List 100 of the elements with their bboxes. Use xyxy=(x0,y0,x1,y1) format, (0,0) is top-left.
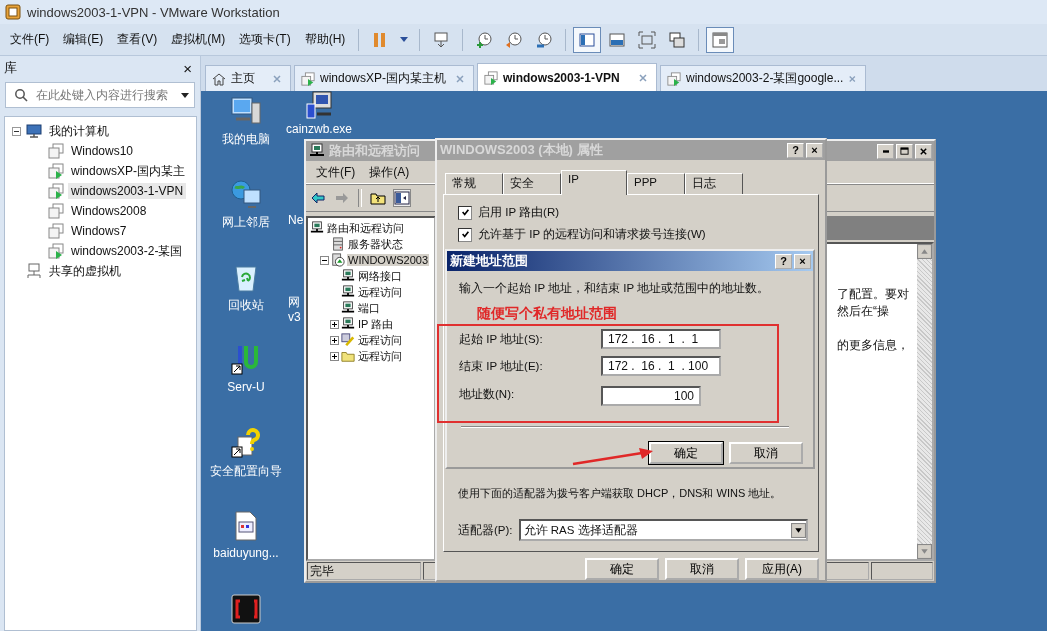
menu-item[interactable]: 文件(F) xyxy=(4,29,56,50)
library-tree-item[interactable]: windowsXP-国内某主 xyxy=(68,161,189,181)
close-icon[interactable] xyxy=(638,72,648,83)
expand-toggle-icon[interactable] xyxy=(320,255,329,265)
tab-label: 主页 xyxy=(231,70,255,87)
monitor-arrow-icon xyxy=(432,30,451,49)
menu-item[interactable]: 查看(V) xyxy=(111,29,164,50)
dialog-button[interactable]: 确定 xyxy=(649,442,723,464)
dialog-button[interactable]: 取消 xyxy=(665,558,739,580)
running-vm-icon xyxy=(301,71,315,86)
adapter-label: 适配器(P): xyxy=(458,522,513,538)
thumbnails-button[interactable] xyxy=(706,26,735,53)
tree-item[interactable]: 服务器状态 xyxy=(347,236,404,252)
menu-item[interactable]: 文件(F) xyxy=(316,163,356,181)
input-field[interactable]: 172 . 16 . 1 . 100 xyxy=(601,356,721,376)
app-logo-icon xyxy=(5,4,21,20)
computer-icon[interactable] xyxy=(230,95,262,127)
running-vm-icon xyxy=(484,70,498,85)
back-arrow-icon[interactable] xyxy=(310,190,326,206)
input-field[interactable]: 100 xyxy=(601,386,701,406)
menu-item[interactable]: 编辑(E) xyxy=(57,29,110,50)
library-tree-item[interactable]: windows2003-1-VPN xyxy=(68,183,187,199)
desktop-icon-label[interactable]: 网上邻居 xyxy=(222,214,270,231)
folder-up-icon[interactable] xyxy=(370,190,386,206)
input-field[interactable]: 172 . 16 . 1 . 1 xyxy=(601,329,721,349)
view-sidebar-button[interactable] xyxy=(573,26,602,53)
desktop-icon-label[interactable]: 我的电脑 xyxy=(222,131,270,148)
expand-toggle-icon[interactable] xyxy=(330,319,339,329)
dialog-button[interactable]: 应用(A) xyxy=(745,558,819,580)
tree-item[interactable]: 远程访问 xyxy=(357,332,403,348)
shortcut-program-icon[interactable] xyxy=(230,593,262,625)
library-tree-item[interactable]: Windows2008 xyxy=(68,203,150,219)
library-tree-item[interactable]: Windows10 xyxy=(68,143,137,159)
tree-item[interactable]: 路由和远程访问 xyxy=(326,220,405,236)
tree-item[interactable]: 远程访问 xyxy=(357,348,403,364)
sidebar-layout-icon xyxy=(578,30,597,49)
adapter-dropdown[interactable]: 允许 RAS 选择适配器 xyxy=(518,519,808,541)
dialog-tab[interactable]: 常规 xyxy=(445,173,503,195)
server-icon xyxy=(331,253,345,267)
status-text: 完毕 xyxy=(307,562,421,580)
window-layout-icon xyxy=(711,30,730,49)
expand-toggle-icon[interactable] xyxy=(330,335,339,345)
tree-item[interactable]: IP 路由 xyxy=(357,316,395,332)
vm-tab[interactable]: windows2003-1-VPN xyxy=(477,63,657,91)
menu-item[interactable]: 选项卡(T) xyxy=(233,29,297,50)
tree-item[interactable]: 远程访问 xyxy=(357,284,403,300)
dialog-tab[interactable]: PPP xyxy=(627,173,685,195)
checkbox[interactable] xyxy=(458,227,472,242)
globe-computer-icon[interactable] xyxy=(230,178,262,210)
computer-icon xyxy=(341,269,355,283)
vm-tab[interactable]: windows2003-2-某国google... xyxy=(660,65,866,91)
network-computer-icon xyxy=(26,263,42,279)
help-shortcut-icon[interactable] xyxy=(230,427,262,459)
detail-text: 了配置。要对 xyxy=(837,286,909,303)
expand-toggle-icon[interactable] xyxy=(330,351,339,361)
dialog-button[interactable]: 取消 xyxy=(729,442,803,464)
close-button[interactable]: × xyxy=(794,253,811,269)
desktop-icon-label[interactable]: 回收站 xyxy=(228,297,264,314)
collapse-toggle-icon[interactable] xyxy=(11,126,22,136)
search-field[interactable]: 在此处键入内容进行搜索 xyxy=(5,82,195,108)
library-tree-item[interactable]: windows2003-2-某国 xyxy=(68,241,186,261)
menu-item[interactable]: 虚拟机(M) xyxy=(165,29,232,50)
tree-item[interactable]: 端口 xyxy=(357,300,381,316)
desktop-icon-label[interactable]: baiduyung... xyxy=(213,546,279,560)
dialog-button[interactable]: 确定 xyxy=(585,558,659,580)
dialog-tab[interactable]: 日志 xyxy=(685,173,743,195)
panel-toggle-icon[interactable] xyxy=(394,190,410,206)
checkmark-icon xyxy=(460,208,470,218)
computer-program-icon[interactable] xyxy=(303,91,335,122)
vm-tab[interactable]: windowsXP-国内某主机 xyxy=(294,65,474,91)
dialog-tab[interactable]: IP xyxy=(561,170,627,196)
field-label: 起始 IP 地址(S): xyxy=(459,331,544,347)
close-button[interactable]: × xyxy=(183,59,192,77)
clock-icon xyxy=(535,30,554,49)
tree-item[interactable]: 网络接口 xyxy=(357,268,403,284)
desktop-icon-label[interactable]: cainzwb.exe xyxy=(286,122,353,136)
library-tree-item[interactable]: 共享的虚拟机 xyxy=(46,261,124,281)
detail-text: 然后在“操 xyxy=(837,303,889,320)
tab-label: windows2003-2-某国google... xyxy=(686,70,844,87)
folder-icon xyxy=(341,349,355,363)
search-icon xyxy=(14,88,28,102)
menu-item[interactable]: 帮助(H) xyxy=(298,29,352,50)
desktop-icon-label[interactable]: v3 xyxy=(288,310,301,324)
menu-item[interactable]: 操作(A) xyxy=(369,163,410,181)
computer-icon xyxy=(26,123,42,139)
instruction-text: 输入一个起始 IP 地址，和结束 IP 地址或范围中的地址数。 xyxy=(459,281,771,296)
help-button[interactable]: ? xyxy=(775,253,792,269)
dialog-title: 新建地址范围 xyxy=(450,252,528,270)
caret-icon xyxy=(400,37,409,42)
tree-item[interactable]: WINDOWS2003 xyxy=(347,254,430,266)
vm-tab[interactable]: 主页 xyxy=(205,65,291,91)
checkbox[interactable] xyxy=(458,205,472,220)
desktop-icon-label[interactable]: 网 xyxy=(288,295,300,309)
desktop-icon-label[interactable]: Ne xyxy=(288,213,304,227)
desktop-icon-label[interactable]: Serv-U xyxy=(227,380,265,394)
maximize-icon xyxy=(900,146,909,156)
dropdown-caret-icon[interactable] xyxy=(180,90,190,100)
library-tree-item[interactable]: 我的计算机 xyxy=(46,121,112,141)
library-tree-item[interactable]: Windows7 xyxy=(68,223,130,239)
desktop-icon-label[interactable]: 安全配置向导 xyxy=(210,463,282,480)
